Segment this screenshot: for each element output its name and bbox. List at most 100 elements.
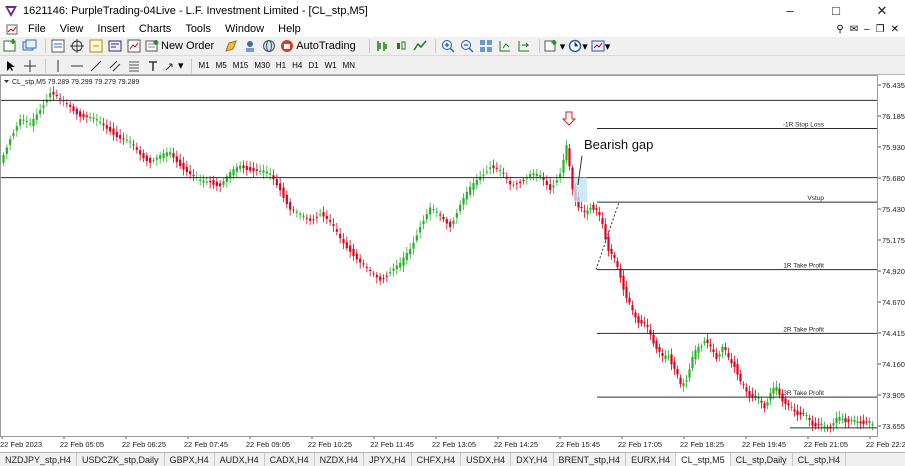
candle-body (784, 398, 787, 404)
chat-icon[interactable]: ✉ (850, 24, 858, 35)
timeframe-m15[interactable]: M15 (230, 59, 252, 73)
trendline-button[interactable] (88, 58, 104, 74)
indicators-button[interactable]: ▾ (544, 38, 565, 54)
autoscroll-button[interactable] (516, 38, 532, 54)
line-chart-button[interactable] (412, 38, 428, 54)
menu-insert[interactable]: Insert (90, 23, 132, 35)
chart-tab[interactable]: BRENT_stp,H4 (554, 453, 627, 466)
chart-shift-button[interactable] (497, 38, 513, 54)
templates-button[interactable]: ▾ (591, 38, 610, 54)
candle-body (607, 236, 610, 252)
timeframe-h1[interactable]: H1 (273, 59, 289, 73)
meta-editor-button[interactable] (223, 38, 239, 54)
price-tick-label: 73.905 (882, 391, 905, 400)
chart-tab[interactable]: CL_stp,Daily (731, 453, 793, 466)
chart-tab[interactable]: NZDJPY_stp,H4 (0, 453, 78, 466)
menu-bar: File View Insert Charts Tools Window Hel… (0, 21, 905, 37)
chart-tab[interactable]: EURX,H4 (626, 453, 677, 466)
market-button[interactable] (261, 38, 277, 54)
candle-body (592, 204, 595, 210)
chart-window-icon (6, 24, 18, 35)
menu-help[interactable]: Help (271, 23, 308, 35)
search-icon[interactable]: ⚲ (836, 24, 843, 35)
price-tick-label: 74.160 (882, 360, 905, 369)
candle-body (622, 275, 625, 290)
time-tick-label: 22 Feb 13:05 (432, 440, 476, 449)
candle-body (706, 339, 709, 344)
timeframe-mn[interactable]: MN (340, 59, 358, 73)
candle-body (399, 262, 402, 268)
globe-icon (263, 40, 276, 52)
chart-tab[interactable]: CHFX,H4 (412, 453, 462, 466)
tester-button[interactable] (126, 38, 142, 54)
chart-tab[interactable]: CADX,H4 (265, 453, 315, 466)
vertical-line-button[interactable] (50, 58, 66, 74)
candle-body (89, 116, 92, 118)
channel-button[interactable] (107, 58, 123, 74)
chart-tab[interactable]: CL_stp,H4 (793, 453, 847, 466)
timeframe-m1[interactable]: M1 (196, 59, 213, 73)
timeframe-w1[interactable]: W1 (322, 59, 340, 73)
crosshair-button[interactable] (22, 58, 38, 74)
templates-icon (591, 40, 605, 52)
chart-tab[interactable]: GBPX,H4 (165, 453, 215, 466)
chart-tab[interactable]: AUDX,H4 (215, 453, 265, 466)
candle-chart-button[interactable] (393, 38, 409, 54)
navigator-button[interactable] (88, 38, 104, 54)
minimize-button[interactable]: – (767, 0, 813, 21)
maximize-button[interactable]: □ (813, 0, 859, 21)
chart-tab[interactable]: CL_stp,M5 (676, 453, 731, 466)
candle-body (715, 353, 718, 360)
tile-windows-button[interactable] (478, 38, 494, 54)
new-order-button[interactable]: New Order (145, 38, 220, 54)
candle-body (59, 98, 62, 100)
data-window-button[interactable] (69, 38, 85, 54)
arrows-icon (165, 63, 173, 70)
chart-tab[interactable]: DXY,H4 (511, 453, 554, 466)
zoom-in-button[interactable] (440, 38, 456, 54)
profiles-button[interactable] (22, 38, 38, 54)
autotrading-button[interactable]: AutoTrading (280, 38, 362, 54)
time-tick-label: 22 Feb 14:25 (494, 440, 538, 449)
close-button[interactable]: ✕ (859, 0, 905, 21)
candle-body (472, 182, 475, 190)
timeframe-d1[interactable]: D1 (305, 59, 321, 73)
new-chart-button[interactable] (3, 38, 19, 54)
mdi-minimize-icon[interactable]: – (864, 24, 870, 35)
mdi-close-icon[interactable]: ✕ (891, 24, 899, 35)
text-button[interactable] (145, 58, 161, 74)
menu-view[interactable]: View (53, 23, 91, 35)
bar-chart-button[interactable] (374, 38, 390, 54)
periods-button[interactable]: ▾ (568, 38, 588, 54)
timeframe-h4[interactable]: H4 (289, 59, 305, 73)
candle-body (212, 180, 215, 185)
chart-tab[interactable]: USDCZK_stp,Daily (77, 453, 165, 466)
arrows-button[interactable]: ▾ (164, 58, 184, 74)
price-chart[interactable]: -1R Stop Loss Vstup 1R Take Profit 2R Take … (0, 75, 905, 453)
timeframe-m30[interactable]: M30 (251, 59, 273, 73)
candle-body (862, 420, 865, 424)
cursor-button[interactable] (3, 58, 19, 74)
timeframe-m5[interactable]: M5 (213, 59, 230, 73)
candle-body (637, 316, 640, 323)
zoom-out-button[interactable] (459, 38, 475, 54)
candle-body (685, 380, 688, 382)
candle-body (425, 214, 428, 220)
market-watch-button[interactable] (50, 38, 66, 54)
menu-window[interactable]: Window (218, 23, 271, 35)
mdi-restore-icon[interactable]: ❐ (876, 24, 885, 35)
candle-body (568, 148, 571, 167)
terminal-button[interactable] (107, 38, 123, 54)
chart-window[interactable]: -1R Stop Loss Vstup 1R Take Profit 2R Take … (0, 74, 905, 452)
candle-body (385, 275, 388, 277)
menu-charts[interactable]: Charts (132, 23, 178, 35)
chart-tab[interactable]: USDX,H4 (461, 453, 512, 466)
fibonacci-button[interactable] (126, 58, 142, 74)
chart-tab[interactable]: JPYX,H4 (364, 453, 412, 466)
candle-body (435, 211, 438, 213)
signals-button[interactable] (242, 38, 258, 54)
menu-tools[interactable]: Tools (178, 23, 218, 35)
horizontal-line-button[interactable] (69, 58, 85, 74)
menu-file[interactable]: File (21, 23, 53, 35)
chart-tab[interactable]: NZDX,H4 (315, 453, 365, 466)
